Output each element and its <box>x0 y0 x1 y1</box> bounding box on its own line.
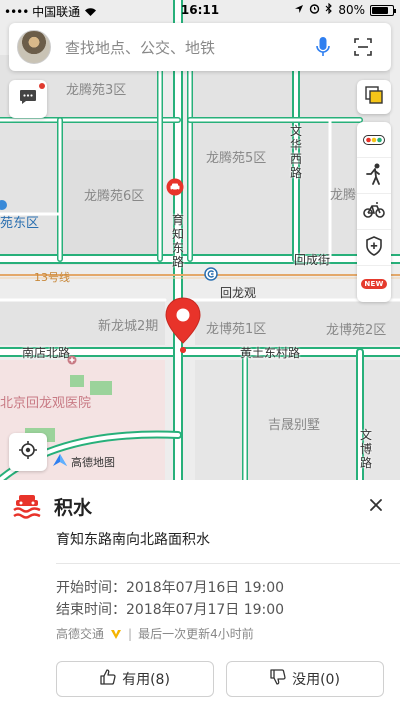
road-label-yuzhi-east: 育知东路 <box>172 213 185 269</box>
status-bar: •••• 中国联通 16:11 80% <box>0 0 400 20</box>
battery-percent: 80% <box>338 3 365 17</box>
close-icon <box>369 497 383 516</box>
traffic-incident-icon[interactable] <box>166 178 184 200</box>
metro-station-icon[interactable] <box>204 266 218 285</box>
road-label-wenhua-west: 文华西路 <box>290 124 303 180</box>
avatar[interactable] <box>17 30 51 64</box>
traffic-light-icon <box>363 130 385 149</box>
area-label: 龙腾 <box>330 188 357 203</box>
incident-detail-panel: 积水 育知东路南向北路面积水 开始时间：2018年07月16日 19:00 结束… <box>0 480 400 711</box>
scan-icon[interactable] <box>349 33 377 61</box>
search-input[interactable]: 查找地点、公交、地铁 <box>65 37 309 58</box>
bike-button[interactable] <box>357 194 391 230</box>
traffic-toggle[interactable] <box>357 122 391 158</box>
divider <box>56 563 400 564</box>
area-label: 新龙城2期 <box>98 319 159 334</box>
shield-plus-icon <box>365 235 383 260</box>
thumbs-down-icon <box>270 669 286 689</box>
waterlogging-icon <box>12 491 42 521</box>
area-label: 龙博苑1区 <box>206 322 267 337</box>
source-name: 高德交通 <box>56 627 105 641</box>
area-label: 龙腾苑5区 <box>206 151 267 166</box>
road-label-nandian-north: 南店北路 <box>22 346 71 360</box>
useless-label: 没用(0) <box>292 672 340 688</box>
layers-button[interactable] <box>357 80 391 114</box>
metro-line-label: 13号线 <box>34 271 70 284</box>
status-right: 80% <box>294 2 396 17</box>
area-label: 吉晟别墅 <box>268 418 321 433</box>
road-label-huangtu-east: 黄土东村路 <box>240 346 301 360</box>
incident-description: 育知东路南向北路面积水 <box>56 532 210 548</box>
map-view[interactable]: 龙腾苑3区 龙腾苑5区 龙腾苑6区 龙腾 苑东区 新龙城2期 龙博苑1区 龙博苑… <box>0 0 400 480</box>
useless-button[interactable]: 没用(0) <box>226 661 384 697</box>
source-row: 高德交通 | 最后一次更新4小时前 <box>56 625 254 642</box>
panel-header: 积水 <box>0 480 400 532</box>
amap-logo-icon <box>52 452 68 471</box>
poi-marker-icon <box>0 196 8 215</box>
end-time-row: 结束时间：2018年07月17日 19:00 <box>56 599 284 619</box>
incident-title: 积水 <box>54 496 93 519</box>
microphone-icon[interactable] <box>309 33 337 61</box>
start-time-label: 开始时间： <box>56 580 126 596</box>
verified-v-icon <box>110 628 122 640</box>
hospital-label: 北京回龙观医院 <box>0 396 92 411</box>
brand-name: 高德地图 <box>71 455 115 469</box>
pedestrian-button[interactable] <box>357 158 391 194</box>
incident-location-pin-icon[interactable] <box>164 297 202 355</box>
messages-button[interactable] <box>9 80 47 118</box>
safety-button[interactable] <box>357 230 391 266</box>
layers-icon <box>365 86 383 108</box>
area-label: 龙腾苑6区 <box>84 189 145 204</box>
battery-icon <box>370 4 396 16</box>
end-time-label: 结束时间： <box>56 602 126 618</box>
map-tools: NEW <box>357 122 391 302</box>
unread-dot <box>39 83 45 89</box>
alarm-icon <box>309 3 320 17</box>
chat-bubble-icon <box>19 89 37 109</box>
road-label-wenbo: 文博路 <box>360 428 373 470</box>
start-time-value: 2018年07月16日 19:00 <box>126 580 285 596</box>
hospital-marker-icon <box>67 350 77 369</box>
end-time-value: 2018年07月17日 19:00 <box>126 602 285 618</box>
bluetooth-icon <box>325 2 333 17</box>
useful-label: 有用(8) <box>122 672 170 688</box>
area-label: 龙博苑2区 <box>326 323 387 338</box>
crosshair-icon <box>18 440 38 464</box>
search-bar[interactable]: 查找地点、公交、地铁 <box>9 23 391 71</box>
separator: | <box>128 626 133 641</box>
pedestrian-icon <box>365 163 383 189</box>
useful-button[interactable]: 有用(8) <box>56 661 214 697</box>
bicycle-icon <box>363 201 385 222</box>
area-label: 龙腾苑3区 <box>66 83 127 98</box>
close-button[interactable] <box>364 494 388 518</box>
thumbs-up-icon <box>100 669 116 689</box>
last-updated: 最后一次更新4小时前 <box>138 627 254 641</box>
road-label-huicheng: 回成街 <box>294 253 331 267</box>
station-label: 回龙观 <box>220 286 257 300</box>
locate-me-button[interactable] <box>9 433 47 471</box>
brand-logo: 高德地图 <box>52 452 115 471</box>
new-badge: NEW <box>361 279 387 289</box>
location-arrow-icon <box>294 3 304 17</box>
new-feature-button[interactable]: NEW <box>357 266 391 302</box>
start-time-row: 开始时间：2018年07月16日 19:00 <box>56 577 284 597</box>
